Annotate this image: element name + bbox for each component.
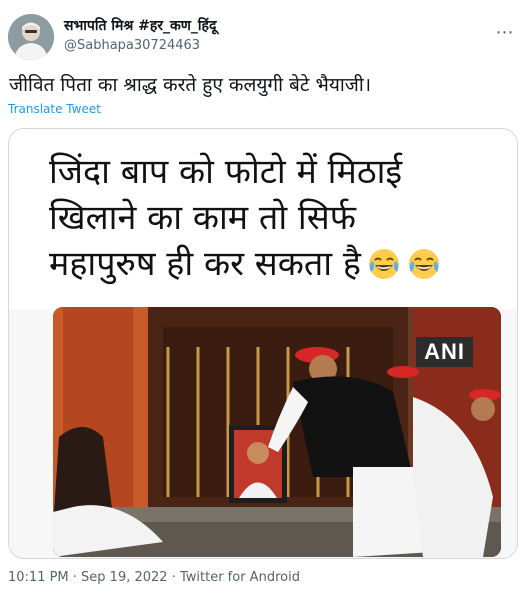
meme-line-3: महापुरुष ही कर सकता है: [49, 244, 361, 284]
meme-caption: जिंदा बाप को फोटो में मिठाई खिलाने का का…: [49, 149, 489, 287]
meme-line-2: खिलाने का काम तो सिर्फ: [49, 198, 356, 238]
meme-line-3-wrap: महापुरुष ही कर सकता है: [49, 241, 489, 287]
avatar[interactable]: [8, 14, 54, 60]
user-handle[interactable]: @Sabhapa30724463: [64, 38, 200, 53]
more-icon[interactable]: ⋯: [493, 20, 517, 44]
laughing-tears-emoji-icon: [407, 247, 441, 281]
display-name[interactable]: सभापति मिश्र #हर_कण_हिंदू: [64, 16, 216, 35]
tweet-media[interactable]: जिंदा बाप को फोटो में मिठाई खिलाने का का…: [8, 128, 518, 559]
translate-tweet-link[interactable]: Translate Tweet: [8, 102, 101, 116]
laughing-tears-emoji-icon: [367, 247, 401, 281]
avatar-image: [8, 14, 54, 60]
ani-watermark: ANI: [416, 337, 473, 367]
tweet-text: जीवित पिता का श्राद्ध करते हुए कलयुगी बे…: [9, 74, 372, 96]
meme-photo: ANI: [53, 307, 501, 557]
meme-line-1: जिंदा बाप को फोटो में मिठाई: [49, 152, 403, 192]
tweet-timestamp[interactable]: 10:11 PM · Sep 19, 2022 · Twitter for An…: [8, 570, 300, 585]
tweet-header: सभापति मिश्र #हर_कण_हिंदू @Sabhapa307244…: [8, 12, 523, 60]
